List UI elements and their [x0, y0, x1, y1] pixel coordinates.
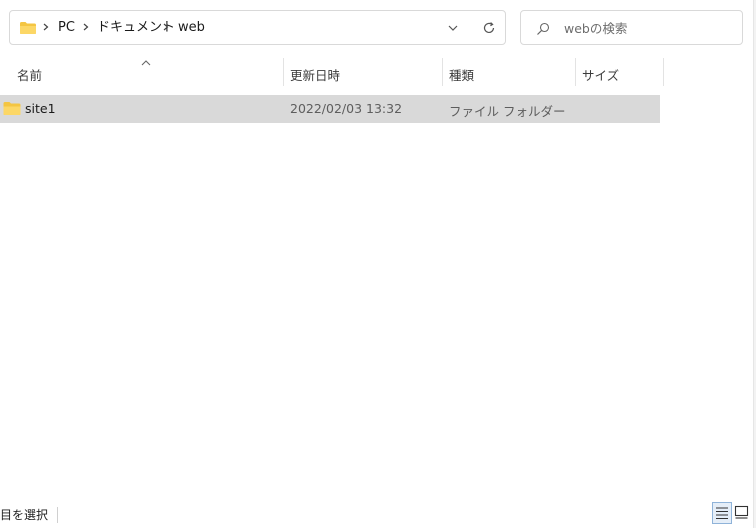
status-text: 目を選択	[0, 508, 49, 522]
search-box[interactable]	[520, 10, 743, 45]
column-header-label: 更新日時	[290, 68, 341, 83]
column-header-label: 名前	[17, 68, 43, 83]
column-header-name[interactable]: 名前	[10, 58, 283, 86]
folder-icon	[3, 101, 21, 116]
column-header-modified[interactable]: 更新日時	[283, 58, 442, 86]
address-bar[interactable]: PC ドキュメント web	[9, 10, 506, 45]
search-input[interactable]	[564, 19, 734, 37]
details-view-icon	[716, 507, 728, 520]
file-name[interactable]: site1	[25, 101, 56, 116]
file-row-site1[interactable]: site1 2022/02/03 13:32 ファイル フォルダー	[0, 95, 660, 123]
column-header-label: サイズ	[582, 68, 620, 83]
refresh-icon[interactable]	[481, 20, 497, 36]
breadcrumb-item-web[interactable]: web	[178, 20, 205, 36]
file-type: ファイル フォルダー	[449, 104, 566, 119]
large-icons-view-button[interactable]	[733, 502, 751, 524]
column-header-size[interactable]: サイズ	[575, 58, 663, 86]
chevron-right-icon	[42, 20, 50, 34]
file-modified: 2022/02/03 13:32	[290, 101, 403, 116]
breadcrumb-item-pc[interactable]: PC	[58, 20, 75, 36]
column-divider[interactable]	[663, 58, 664, 86]
column-header-type[interactable]: 種類	[442, 58, 575, 86]
details-view-button[interactable]	[712, 502, 732, 524]
chevron-right-icon[interactable]	[82, 20, 90, 34]
column-header-label: 種類	[449, 68, 475, 83]
chevron-right-icon[interactable]	[162, 20, 170, 34]
folder-icon	[19, 21, 37, 35]
search-icon	[535, 21, 551, 37]
chevron-down-icon[interactable]	[447, 22, 459, 34]
large-icons-view-icon	[734, 505, 749, 519]
status-divider	[57, 507, 58, 523]
